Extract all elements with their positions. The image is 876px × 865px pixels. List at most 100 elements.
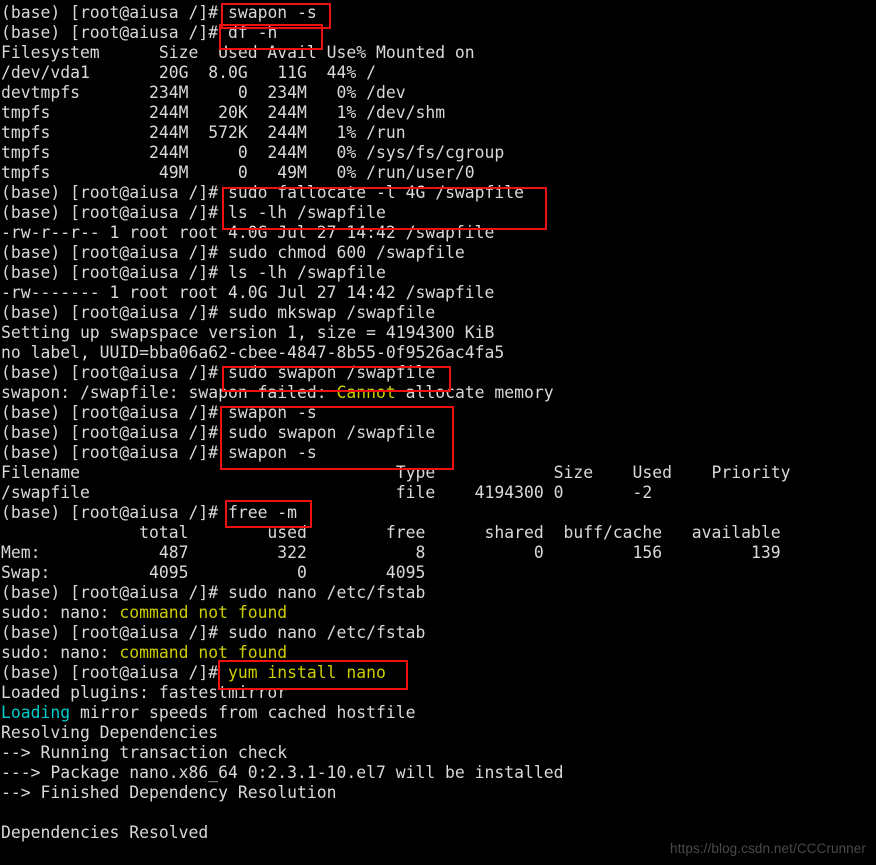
terminal-line: devtmpfs 234M 0 234M 0% /dev [1, 83, 876, 103]
terminal-text-segment: Setting up swapspace version 1, size = 4… [1, 323, 495, 342]
terminal-line: (base) [root@aiusa /]# sudo nano /etc/fs… [1, 623, 876, 643]
terminal-line: Filesystem Size Used Avail Use% Mounted … [1, 43, 876, 63]
terminal-line: (base) [root@aiusa /]# swapon -s [1, 3, 876, 23]
terminal-line: (base) [root@aiusa /]# sudo chmod 600 /s… [1, 243, 876, 263]
terminal-text-segment: devtmpfs 234M 0 234M 0% /dev [1, 83, 406, 102]
terminal-text-segment: -rw-r--r-- 1 root root 4.0G Jul 27 14:42… [1, 223, 495, 242]
terminal-text-segment: /dev/vda1 20G 8.0G 11G 44% / [1, 63, 376, 82]
terminal-text-segment: tmpfs 244M 20K 244M 1% /dev/shm [1, 103, 446, 122]
terminal-line: (base) [root@aiusa /]# free -m [1, 503, 876, 523]
terminal-text-segment: swapon -s [227, 403, 317, 422]
terminal-line: --> Running transaction check [1, 743, 876, 763]
terminal-line: (base) [root@aiusa /]# swapon -s [1, 443, 876, 463]
terminal-text-segment: tmpfs 49M 0 49M 0% /run/user/0 [1, 163, 475, 182]
terminal-text-segment: /swapfile file 4194300 0 -2 [1, 483, 653, 502]
terminal-text-segment: sudo fallocate -l 4G /swapfile [227, 183, 525, 202]
terminal-text-segment: (base) [root@aiusa /]# [1, 23, 228, 42]
terminal-line: --> Finished Dependency Resolution [1, 783, 876, 803]
terminal-line [1, 803, 876, 823]
terminal-line: total used free shared buff/cache availa… [1, 523, 876, 543]
terminal-line: tmpfs 244M 572K 244M 1% /run [1, 123, 876, 143]
terminal-line: sudo: nano: command not found [1, 643, 876, 663]
terminal-line: Swap: 4095 0 4095 [1, 563, 876, 583]
terminal-text-segment: sudo nano /etc/fstab [227, 583, 426, 602]
terminal-line: tmpfs 49M 0 49M 0% /run/user/0 [1, 163, 876, 183]
terminal-line: (base) [root@aiusa /]# sudo swapon /swap… [1, 363, 876, 383]
terminal-text-segment: Mem: 487 322 8 0 156 139 [1, 543, 781, 562]
terminal-text-segment: allocate memory [395, 383, 554, 402]
terminal-text-segment: ---> Package nano.x86_64 0:2.3.1-10.el7 … [1, 763, 564, 782]
terminal-line: /swapfile file 4194300 0 -2 [1, 483, 876, 503]
terminal-line: (base) [root@aiusa /]# sudo mkswap /swap… [1, 303, 876, 323]
terminal-text-segment: -rw------- 1 root root 4.0G Jul 27 14:42… [1, 283, 495, 302]
terminal-line: no label, UUID=bba06a62-cbee-4847-8b55-0… [1, 343, 876, 363]
terminal-line: (base) [root@aiusa /]# sudo nano /etc/fs… [1, 583, 876, 603]
terminal-text-segment: ls -lh /swapfile [227, 203, 386, 222]
terminal-text-segment: sudo: nano: [1, 643, 120, 662]
terminal-text-segment: free -m [227, 503, 298, 522]
terminal-line: (base) [root@aiusa /]# ls -lh /swapfile [1, 203, 876, 223]
terminal-text-segment: (base) [root@aiusa /]# [1, 263, 228, 282]
terminal-text-segment: (base) [root@aiusa /]# [1, 3, 228, 22]
terminal-text-segment: Dependencies Resolved [1, 823, 209, 842]
terminal-text-segment: command not found [119, 603, 288, 622]
terminal-line: sudo: nano: command not found [1, 603, 876, 623]
terminal-line: Dependencies Resolved [1, 823, 876, 843]
terminal-line: (base) [root@aiusa /]# yum install nano [1, 663, 876, 683]
terminal-text-segment: Loaded plugins: fastestmirror [1, 683, 288, 702]
terminal-text-segment: (base) [root@aiusa /]# [1, 303, 228, 322]
terminal-text-segment: Loading [1, 703, 71, 722]
terminal-text-segment: swapon: /swapfile: swapon failed: [1, 383, 337, 402]
terminal-text-segment: Cannot [336, 383, 396, 402]
terminal-text-segment: Filesystem Size Used Avail Use% Mounted … [1, 43, 475, 62]
terminal-text-segment: sudo: nano: [1, 603, 120, 622]
terminal-text-segment: tmpfs 244M 572K 244M 1% /run [1, 123, 406, 142]
terminal-text-segment: tmpfs 244M 0 244M 0% /sys/fs/cgroup [1, 143, 505, 162]
watermark-text: https://blog.csdn.net/CCCrunner [670, 841, 866, 856]
terminal-line: Loaded plugins: fastestmirror [1, 683, 876, 703]
terminal-output-area[interactable]: (base) [root@aiusa /]# swapon -s (base) [… [0, 0, 876, 865]
terminal-line: -rw------- 1 root root 4.0G Jul 27 14:42… [1, 283, 876, 303]
terminal-text-segment: (base) [root@aiusa /]# [1, 203, 228, 222]
terminal-text-segment: (base) [root@aiusa /]# [1, 243, 228, 262]
terminal-line: Resolving Dependencies [1, 723, 876, 743]
terminal-text-segment: Resolving Dependencies [1, 723, 219, 742]
terminal-text-segment: (base) [root@aiusa /]# [1, 623, 228, 642]
terminal-line: tmpfs 244M 0 244M 0% /sys/fs/cgroup [1, 143, 876, 163]
terminal-text-segment: (base) [root@aiusa /]# [1, 423, 228, 442]
terminal-text-segment: ls -lh /swapfile [227, 263, 386, 282]
terminal-line: Mem: 487 322 8 0 156 139 [1, 543, 876, 563]
terminal-text-segment: Swap: 4095 0 4095 [1, 563, 426, 582]
terminal-text-segment: Filename Type Size Used Priority [1, 463, 791, 482]
terminal-line: (base) [root@aiusa /]# swapon -s [1, 403, 876, 423]
terminal-line: tmpfs 244M 20K 244M 1% /dev/shm [1, 103, 876, 123]
terminal-text-segment: sudo mkswap /swapfile [227, 303, 436, 322]
terminal-line: ---> Package nano.x86_64 0:2.3.1-10.el7 … [1, 763, 876, 783]
terminal-text-segment: sudo swapon /swapfile [227, 363, 436, 382]
terminal-line: Filename Type Size Used Priority [1, 463, 876, 483]
terminal-line: swapon: /swapfile: swapon failed: Cannot… [1, 383, 876, 403]
terminal-line: (base) [root@aiusa /]# sudo swapon /swap… [1, 423, 876, 443]
terminal-line: (base) [root@aiusa /]# df -h [1, 23, 876, 43]
terminal-text-segment: total used free shared buff/cache availa… [1, 523, 781, 542]
terminal-text-segment: sudo chmod 600 /swapfile [227, 243, 465, 262]
terminal-text-segment: (base) [root@aiusa /]# [1, 663, 228, 682]
terminal-text-segment: (base) [root@aiusa /]# [1, 443, 228, 462]
terminal-line: /dev/vda1 20G 8.0G 11G 44% / [1, 63, 876, 83]
terminal-text-segment: df -h [227, 23, 278, 42]
terminal-text-segment: (base) [root@aiusa /]# [1, 363, 228, 382]
terminal-text-segment: no label, UUID=bba06a62-cbee-4847-8b55-0… [1, 343, 505, 362]
terminal-line: Setting up swapspace version 1, size = 4… [1, 323, 876, 343]
terminal-text-segment: (base) [root@aiusa /]# [1, 583, 228, 602]
terminal-text-segment: mirror speeds from cached hostfile [70, 703, 416, 722]
terminal-text-segment: (base) [root@aiusa /]# [1, 183, 228, 202]
terminal-text-segment: yum install nano [227, 663, 386, 682]
terminal-text-segment: swapon -s [227, 443, 317, 462]
terminal-text-segment: (base) [root@aiusa /]# [1, 503, 228, 522]
terminal-text-segment: sudo nano /etc/fstab [227, 623, 426, 642]
terminal-line: (base) [root@aiusa /]# ls -lh /swapfile [1, 263, 876, 283]
terminal-line: Loading mirror speeds from cached hostfi… [1, 703, 876, 723]
terminal-text-segment: swapon -s [227, 3, 317, 22]
terminal-line: -rw-r--r-- 1 root root 4.0G Jul 27 14:42… [1, 223, 876, 243]
